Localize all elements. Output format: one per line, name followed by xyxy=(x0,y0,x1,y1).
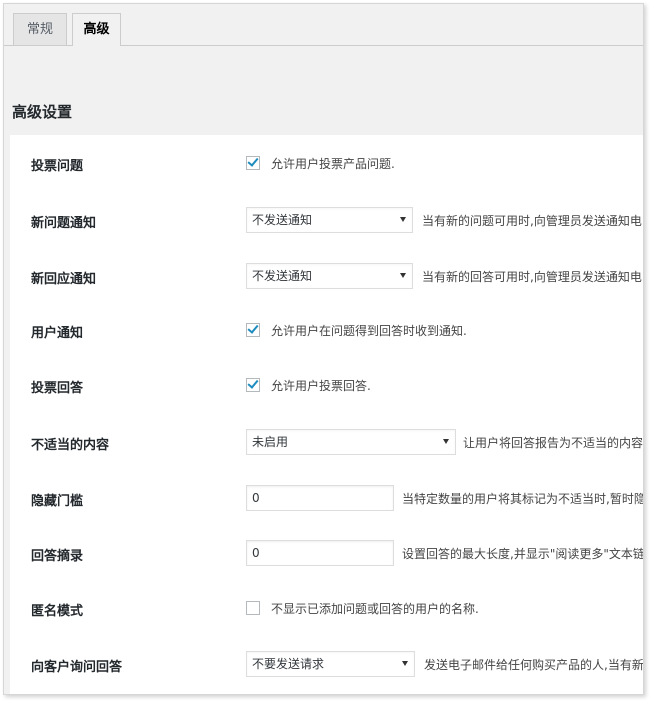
vote-questions-text: 允许用户投票产品问题. xyxy=(271,157,395,171)
ask-customers-desc: 发送电子邮件给任何购买产品的人,当有新 xyxy=(424,658,644,672)
field-hide-threshold: 0 当特定数量的用户将其标记为不适当时,暂时隐 xyxy=(246,484,643,514)
label-vote-answers: 投票回答 xyxy=(31,381,84,396)
label-new-question-notify: 新问题通知 xyxy=(31,216,97,231)
field-new-question-notify: 不发送通知 当有新的问题可用时,向管理员发送通知电 xyxy=(246,206,643,236)
row-anonymous-mode: 匿名模式 不显示已添加问题或回答的用户的名称. xyxy=(10,594,643,624)
label-user-notify: 用户通知 xyxy=(31,326,84,341)
dropdown-arrow-icon xyxy=(402,661,408,666)
ask-customers-selected: 不要发送请求 xyxy=(252,657,325,671)
check-icon xyxy=(247,155,259,167)
field-ask-customers: 不要发送请求 发送电子邮件给任何购买产品的人,当有新 xyxy=(246,650,643,680)
row-hide-threshold: 隐藏门槛 0 当特定数量的用户将其标记为不适当时,暂时隐 xyxy=(10,484,643,514)
dropdown-arrow-icon xyxy=(443,439,449,444)
new-question-notify-desc: 当有新的问题可用时,向管理员发送通知电 xyxy=(422,214,642,228)
field-answer-excerpt: 0 设置回答的最大长度,并显示"阅读更多"文本链 xyxy=(246,539,643,569)
anonymous-mode-checkbox[interactable] xyxy=(246,601,260,615)
row-new-question-notify: 新问题通知 不发送通知 当有新的问题可用时,向管理员发送通知电 xyxy=(10,206,643,236)
row-new-answer-notify: 新回应通知 不发送通知 当有新的回答可用时,向管理员发送通知电 xyxy=(10,262,643,292)
section-title: 高级设置 xyxy=(12,103,73,121)
row-answer-excerpt: 回答摘录 0 设置回答的最大长度,并显示"阅读更多"文本链 xyxy=(10,539,643,569)
answer-excerpt-desc: 设置回答的最大长度,并显示"阅读更多"文本链 xyxy=(402,547,644,561)
row-ask-customers: 向客户询问回答 不要发送请求 发送电子邮件给任何购买产品的人,当有新 xyxy=(10,650,643,680)
vote-answers-text: 允许用户投票回答. xyxy=(271,379,371,393)
label-inappropriate: 不适当的内容 xyxy=(31,438,110,453)
hide-threshold-desc: 当特定数量的用户将其标记为不适当时,暂时隐 xyxy=(402,492,644,506)
new-answer-notify-select[interactable]: 不发送通知 xyxy=(246,263,413,289)
anonymous-mode-text: 不显示已添加问题或回答的用户的名称. xyxy=(271,602,479,616)
label-ask-customers: 向客户询问回答 xyxy=(31,660,123,675)
row-user-notify: 用户通知 允许用户在问题得到回答时收到通知. xyxy=(10,316,643,346)
tab-bar: 常规 高级 xyxy=(4,4,643,46)
inappropriate-desc: 让用户将回答报告为不适当的内容 xyxy=(463,436,644,450)
answer-excerpt-input[interactable]: 0 xyxy=(246,540,394,566)
row-vote-questions: 投票问题 允许用户投票产品问题. xyxy=(10,149,643,179)
user-notify-text: 允许用户在问题得到回答时收到通知. xyxy=(271,324,467,338)
vote-answers-checkbox[interactable] xyxy=(246,377,260,392)
dropdown-arrow-icon xyxy=(400,273,406,278)
field-vote-answers: 允许用户投票回答. xyxy=(246,371,643,401)
inappropriate-selected: 未启用 xyxy=(252,435,289,449)
row-inappropriate: 不适当的内容 未启用 让用户将回答报告为不适当的内容 xyxy=(10,428,643,458)
field-new-answer-notify: 不发送通知 当有新的回答可用时,向管理员发送通知电 xyxy=(246,262,643,292)
label-vote-questions: 投票问题 xyxy=(31,159,84,174)
label-hide-threshold: 隐藏门槛 xyxy=(31,494,84,509)
vote-questions-checkbox[interactable] xyxy=(246,155,260,170)
tab-general[interactable]: 常规 xyxy=(13,13,67,45)
new-question-notify-selected: 不发送通知 xyxy=(252,213,313,227)
hide-threshold-input[interactable]: 0 xyxy=(246,485,394,511)
label-answer-excerpt: 回答摘录 xyxy=(31,549,84,564)
inappropriate-select[interactable]: 未启用 xyxy=(246,429,456,455)
tab-advanced[interactable]: 高级 xyxy=(72,13,121,46)
field-anonymous-mode: 不显示已添加问题或回答的用户的名称. xyxy=(246,594,643,624)
check-icon xyxy=(247,377,259,389)
label-new-answer-notify: 新回应通知 xyxy=(31,272,97,287)
dropdown-arrow-icon xyxy=(400,217,406,222)
new-question-notify-select[interactable]: 不发送通知 xyxy=(246,207,413,233)
label-anonymous-mode: 匿名模式 xyxy=(31,604,84,619)
settings-window: 常规 高级 高级设置 投票问题 允许用户投票产品问题. 新问题通知 不发送通知 … xyxy=(3,3,644,695)
field-user-notify: 允许用户在问题得到回答时收到通知. xyxy=(246,316,643,346)
check-icon xyxy=(247,322,259,334)
field-inappropriate: 未启用 让用户将回答报告为不适当的内容 xyxy=(246,428,643,458)
row-vote-answers: 投票回答 允许用户投票回答. xyxy=(10,371,643,401)
new-answer-notify-desc: 当有新的回答可用时,向管理员发送通知电 xyxy=(422,270,642,284)
ask-customers-select[interactable]: 不要发送请求 xyxy=(246,651,415,677)
settings-panel: 投票问题 允许用户投票产品问题. 新问题通知 不发送通知 当有新的问题可用时,向… xyxy=(10,135,643,694)
user-notify-checkbox[interactable] xyxy=(246,322,260,337)
new-answer-notify-selected: 不发送通知 xyxy=(252,269,313,283)
field-vote-questions: 允许用户投票产品问题. xyxy=(246,149,643,179)
